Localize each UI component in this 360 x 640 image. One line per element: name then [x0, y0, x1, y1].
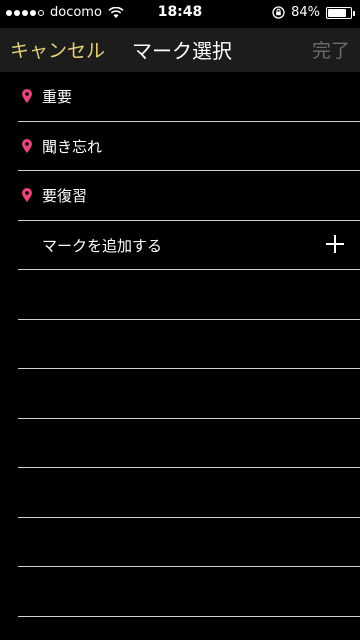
done-button[interactable]: 完了 — [312, 36, 350, 63]
mark-item-forgot-to-ask[interactable]: 聞き忘れ — [18, 122, 360, 171]
battery-icon — [326, 6, 355, 19]
cancel-button[interactable]: キャンセル — [10, 36, 105, 63]
mark-item-label: 要復習 — [42, 187, 88, 205]
pin-icon — [22, 188, 32, 202]
page-title: マーク選択 — [132, 39, 232, 63]
plus-icon[interactable] — [326, 234, 344, 253]
mark-select-screen: docomo 18:48 84% キャンセル マーク選択 完了 重要 聞き忘れ … — [0, 0, 360, 640]
add-mark-row[interactable]: マークを追加する — [18, 221, 360, 270]
battery-percent: 84% — [291, 5, 320, 20]
status-right: 84% — [272, 5, 355, 20]
add-mark-label: マークを追加する — [42, 236, 163, 255]
mark-item-important[interactable]: 重要 — [18, 72, 360, 122]
empty-row — [18, 369, 360, 419]
mark-item-needs-review[interactable]: 要復習 — [18, 171, 360, 221]
empty-row — [18, 567, 360, 617]
pin-icon — [22, 138, 32, 153]
mark-item-label: 聞き忘れ — [42, 137, 103, 156]
navigation-bar: キャンセル マーク選択 完了 — [0, 28, 360, 72]
mark-list: 重要 聞き忘れ 要復習 マークを追加する — [0, 72, 360, 617]
mark-item-label: 重要 — [42, 88, 73, 106]
empty-row — [18, 270, 360, 320]
empty-row — [18, 518, 360, 567]
empty-row — [18, 419, 360, 468]
empty-row — [18, 320, 360, 369]
status-bar: docomo 18:48 84% — [0, 0, 360, 28]
rotation-lock-icon — [272, 6, 285, 19]
empty-row — [18, 468, 360, 518]
pin-icon — [22, 89, 32, 103]
